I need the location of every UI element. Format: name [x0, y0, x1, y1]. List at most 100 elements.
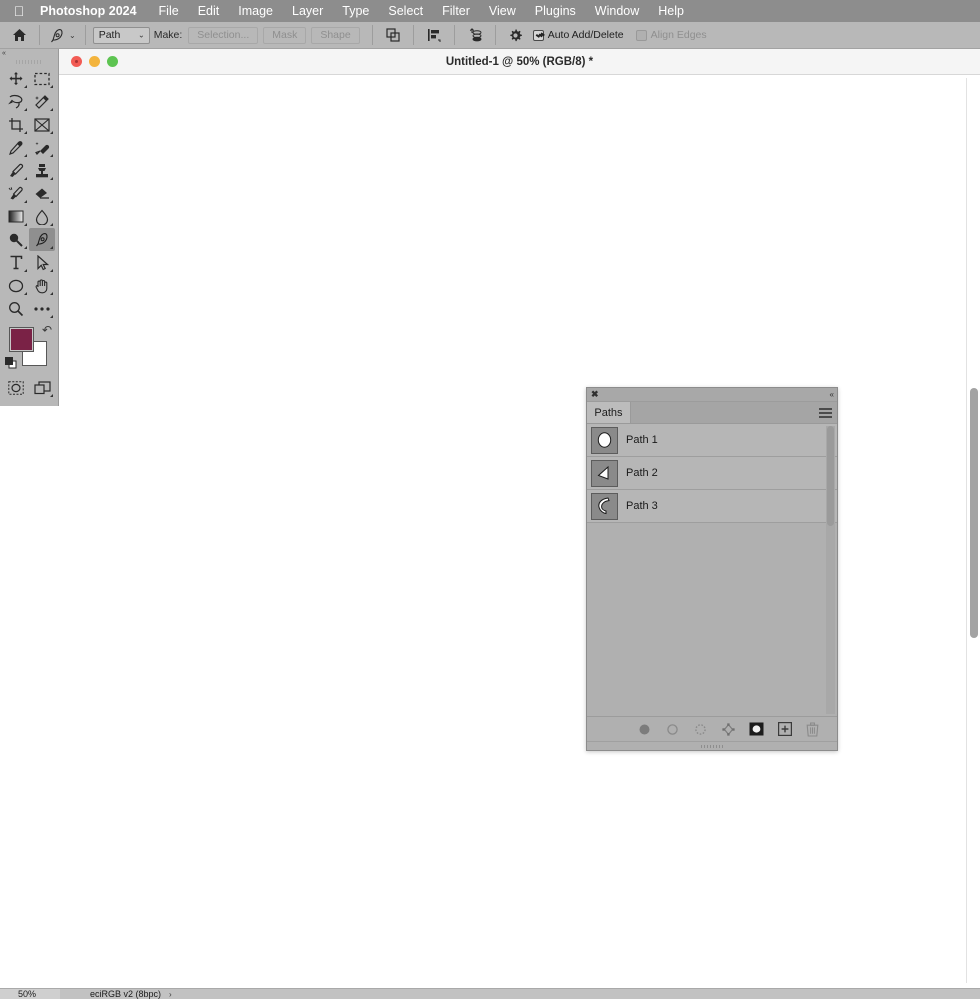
document-title-bar[interactable]: Untitled-1 @ 50% (RGB/8) * — [59, 49, 980, 75]
menu-item-edit[interactable]: Edit — [196, 4, 222, 18]
menu-item-filter[interactable]: Filter — [440, 4, 472, 18]
stroke-path-button[interactable] — [664, 721, 681, 738]
menu-item-select[interactable]: Select — [386, 4, 425, 18]
close-icon[interactable]: ✖ — [591, 390, 599, 399]
magic-wand-tool[interactable] — [29, 90, 55, 113]
zoom-tool[interactable] — [3, 297, 29, 320]
minimize-button[interactable] — [89, 56, 100, 67]
status-expand-icon[interactable]: › — [169, 990, 172, 999]
menu-app-name[interactable]: Photoshop 2024 — [36, 4, 141, 18]
swap-colors-icon[interactable]: ↶ — [42, 324, 52, 336]
tool-flyout-indicator[interactable] — [24, 269, 27, 272]
table-row[interactable]: Path 1 — [587, 424, 837, 457]
align-edges-checkbox[interactable]: Align Edges — [635, 29, 707, 41]
create-new-path-button[interactable] — [776, 721, 793, 738]
history-brush-tool[interactable] — [3, 182, 29, 205]
table-row[interactable]: Path 2 — [587, 457, 837, 490]
pen-tool[interactable] — [29, 228, 55, 251]
tool-flyout-indicator[interactable] — [50, 108, 53, 111]
brush-tool[interactable] — [3, 159, 29, 182]
vertical-scrollbar-thumb[interactable] — [970, 388, 978, 638]
fill-path-button[interactable] — [636, 721, 653, 738]
make-selection-button[interactable]: Selection... — [188, 26, 259, 44]
table-row[interactable]: Path 3 — [587, 490, 837, 523]
tool-flyout-indicator[interactable] — [50, 394, 53, 397]
menu-item-window[interactable]: Window — [593, 4, 641, 18]
tool-flyout-indicator[interactable] — [24, 108, 27, 111]
path-operations-icon[interactable] — [382, 24, 404, 46]
tool-flyout-indicator[interactable] — [24, 154, 27, 157]
paths-panel-top-bar[interactable]: ✖ « — [587, 388, 837, 402]
tool-flyout-indicator[interactable] — [50, 269, 53, 272]
tool-flyout-indicator[interactable] — [50, 200, 53, 203]
spot-healing-tool[interactable] — [29, 136, 55, 159]
tool-flyout-indicator[interactable] — [24, 223, 27, 226]
tool-flyout-indicator[interactable] — [50, 177, 53, 180]
add-layer-mask-button[interactable] — [748, 721, 765, 738]
collapse-panel-icon[interactable]: « — [2, 50, 6, 57]
hand-tool[interactable] — [29, 274, 55, 297]
collapse-to-icons-icon[interactable]: « — [830, 390, 835, 399]
path-arrangement-icon[interactable] — [464, 24, 486, 46]
eyedropper-tool[interactable] — [3, 136, 29, 159]
tool-flyout-indicator[interactable] — [50, 292, 53, 295]
move-tool[interactable] — [3, 67, 29, 90]
dodge-tool[interactable] — [3, 228, 29, 251]
menu-item-type[interactable]: Type — [340, 4, 371, 18]
apple-logo-icon[interactable]:  — [8, 4, 30, 18]
make-work-path-from-selection-button[interactable] — [720, 721, 737, 738]
tool-flyout-indicator[interactable] — [50, 246, 53, 249]
path-mode-select[interactable]: Path ⌄ — [92, 26, 150, 44]
menu-item-help[interactable]: Help — [656, 4, 686, 18]
menu-item-plugins[interactable]: Plugins — [533, 4, 578, 18]
screen-mode-button[interactable] — [29, 376, 55, 399]
tool-flyout-indicator[interactable] — [24, 85, 27, 88]
menu-item-view[interactable]: View — [487, 4, 518, 18]
tool-preset-picker[interactable]: ⌄ — [47, 27, 78, 44]
menu-item-image[interactable]: Image — [236, 4, 275, 18]
load-path-as-selection-button[interactable] — [692, 721, 709, 738]
home-icon[interactable] — [6, 24, 32, 46]
eraser-tool[interactable] — [29, 182, 55, 205]
checkbox-indicator[interactable] — [532, 29, 544, 41]
crop-tool[interactable] — [3, 113, 29, 136]
tool-flyout-indicator[interactable] — [50, 223, 53, 226]
edit-toolbar[interactable] — [29, 297, 55, 320]
auto-add-delete-checkbox[interactable]: Auto Add/Delete — [532, 29, 624, 41]
chevron-down-icon[interactable]: ⌄ — [69, 31, 76, 40]
paths-panel-scrollbar-thumb[interactable] — [827, 426, 834, 526]
tool-flyout-indicator[interactable] — [50, 131, 53, 134]
checkbox-indicator[interactable] — [635, 29, 647, 41]
drag-grip-icon[interactable] — [0, 58, 58, 65]
type-tool[interactable] — [3, 251, 29, 274]
delete-path-button[interactable] — [804, 721, 821, 738]
close-button[interactable] — [71, 56, 82, 67]
tool-flyout-indicator[interactable] — [50, 154, 53, 157]
frame-tool[interactable] — [29, 113, 55, 136]
default-colors-icon[interactable] — [5, 357, 17, 369]
path-alignment-icon[interactable] — [423, 24, 445, 46]
canvas-area[interactable] — [59, 75, 980, 982]
zoom-level[interactable]: 50% — [0, 988, 60, 999]
tool-flyout-indicator[interactable] — [50, 315, 53, 318]
quick-mask-button[interactable] — [3, 376, 29, 399]
shape-tool[interactable] — [3, 274, 29, 297]
menu-item-file[interactable]: File — [157, 4, 181, 18]
tool-flyout-indicator[interactable] — [24, 246, 27, 249]
tool-flyout-indicator[interactable] — [24, 200, 27, 203]
tool-flyout-indicator[interactable] — [24, 292, 27, 295]
resize-grip-icon[interactable] — [587, 741, 837, 750]
make-shape-button[interactable]: Shape — [311, 26, 360, 44]
make-mask-button[interactable]: Mask — [263, 26, 307, 44]
gradient-tool[interactable] — [3, 205, 29, 228]
paths-panel-scrollbar[interactable] — [826, 426, 835, 714]
tool-flyout-indicator[interactable] — [50, 85, 53, 88]
panel-menu-icon[interactable] — [819, 407, 832, 418]
foreground-color-swatch[interactable] — [9, 327, 34, 352]
path-selection-tool[interactable] — [29, 251, 55, 274]
tool-flyout-indicator[interactable] — [24, 131, 27, 134]
gear-icon[interactable] — [505, 24, 527, 46]
clone-stamp-tool[interactable] — [29, 159, 55, 182]
lasso-tool[interactable] — [3, 90, 29, 113]
tool-flyout-indicator[interactable] — [24, 177, 27, 180]
